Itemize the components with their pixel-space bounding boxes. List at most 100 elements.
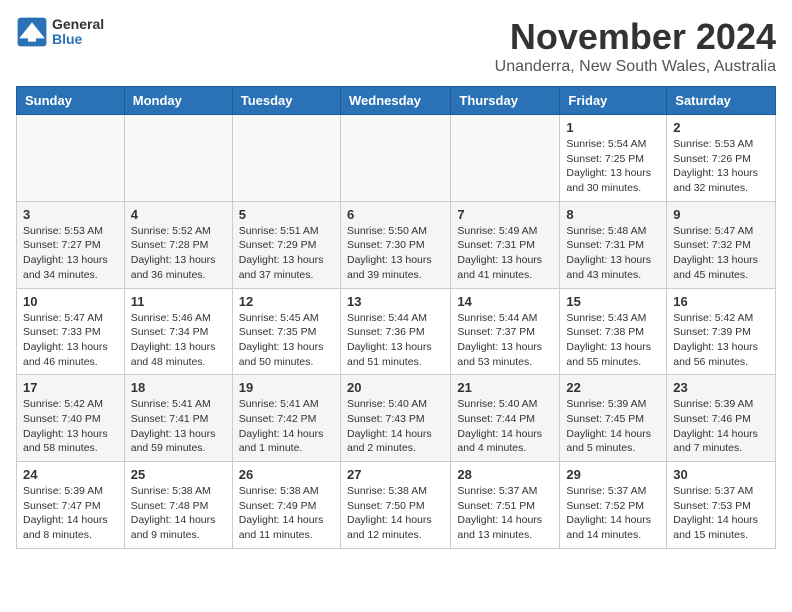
calendar-week-row: 17 Sunrise: 5:42 AM Sunset: 7:40 PM Dayli… (17, 375, 776, 462)
day-info: Sunrise: 5:51 AM Sunset: 7:29 PM Dayligh… (239, 224, 334, 283)
calendar-cell: 8 Sunrise: 5:48 AM Sunset: 7:31 PM Daylig… (560, 201, 667, 288)
calendar-cell: 28Sunrise: 5:37 AM Sunset: 7:51 PM Dayli… (451, 462, 560, 549)
day-number: 4 (131, 207, 226, 222)
header-thursday: Thursday (451, 87, 560, 115)
calendar-week-row: 10 Sunrise: 5:47 AM Sunset: 7:33 PM Dayli… (17, 288, 776, 375)
title-block: November 2024 Unanderra, New South Wales… (495, 16, 776, 76)
day-info: Sunrise: 5:44 AM Sunset: 7:37 PM Dayligh… (457, 311, 553, 370)
day-info: Sunrise: 5:40 AM Sunset: 7:43 PM Dayligh… (347, 397, 444, 456)
calendar-cell: 20 Sunrise: 5:40 AM Sunset: 7:43 PM Dayli… (340, 375, 450, 462)
header-monday: Monday (124, 87, 232, 115)
day-number: 11 (131, 294, 226, 309)
day-info: Sunrise: 5:43 AM Sunset: 7:38 PM Dayligh… (566, 311, 660, 370)
calendar-cell: 6Sunrise: 5:50 AM Sunset: 7:30 PM Daylig… (340, 201, 450, 288)
day-info: Sunrise: 5:45 AM Sunset: 7:35 PM Dayligh… (239, 311, 334, 370)
calendar-cell: 22 Sunrise: 5:39 AM Sunset: 7:45 PM Dayli… (560, 375, 667, 462)
day-number: 1 (566, 120, 660, 135)
header-wednesday: Wednesday (340, 87, 450, 115)
calendar-week-row: 1 Sunrise: 5:54 AM Sunset: 7:25 PM Daylig… (17, 115, 776, 202)
calendar-cell: 3Sunrise: 5:53 AM Sunset: 7:27 PM Daylig… (17, 201, 125, 288)
day-number: 3 (23, 207, 118, 222)
day-number: 20 (347, 380, 444, 395)
calendar-cell: 14 Sunrise: 5:44 AM Sunset: 7:37 PM Dayli… (451, 288, 560, 375)
day-info: Sunrise: 5:38 AM Sunset: 7:49 PM Dayligh… (239, 484, 334, 543)
day-number: 26 (239, 467, 334, 482)
day-number: 24 (23, 467, 118, 482)
logo-general-text: General (52, 17, 104, 32)
day-info: Sunrise: 5:38 AM Sunset: 7:48 PM Dayligh… (131, 484, 226, 543)
day-info: Sunrise: 5:53 AM Sunset: 7:26 PM Dayligh… (673, 137, 769, 196)
calendar-cell: 13 Sunrise: 5:44 AM Sunset: 7:36 PM Dayli… (340, 288, 450, 375)
day-number: 27 (347, 467, 444, 482)
calendar-cell (340, 115, 450, 202)
day-info: Sunrise: 5:44 AM Sunset: 7:36 PM Dayligh… (347, 311, 444, 370)
calendar-cell: 7 Sunrise: 5:49 AM Sunset: 7:31 PM Daylig… (451, 201, 560, 288)
header-friday: Friday (560, 87, 667, 115)
day-number: 5 (239, 207, 334, 222)
day-number: 18 (131, 380, 226, 395)
calendar-table: SundayMondayTuesdayWednesdayThursdayFrid… (16, 86, 776, 549)
day-info: Sunrise: 5:49 AM Sunset: 7:31 PM Dayligh… (457, 224, 553, 283)
calendar-header-row: SundayMondayTuesdayWednesdayThursdayFrid… (17, 87, 776, 115)
day-number: 19 (239, 380, 334, 395)
day-number: 30 (673, 467, 769, 482)
calendar-cell: 10 Sunrise: 5:47 AM Sunset: 7:33 PM Dayli… (17, 288, 125, 375)
month-title: November 2024 (495, 16, 776, 58)
day-number: 16 (673, 294, 769, 309)
calendar-cell (232, 115, 340, 202)
calendar-cell (17, 115, 125, 202)
day-number: 17 (23, 380, 118, 395)
day-number: 10 (23, 294, 118, 309)
day-number: 25 (131, 467, 226, 482)
calendar-week-row: 3Sunrise: 5:53 AM Sunset: 7:27 PM Daylig… (17, 201, 776, 288)
calendar-cell: 30 Sunrise: 5:37 AM Sunset: 7:53 PM Dayli… (667, 462, 776, 549)
calendar-cell: 5 Sunrise: 5:51 AM Sunset: 7:29 PM Daylig… (232, 201, 340, 288)
calendar-cell (451, 115, 560, 202)
calendar-cell: 9Sunrise: 5:47 AM Sunset: 7:32 PM Daylig… (667, 201, 776, 288)
day-info: Sunrise: 5:42 AM Sunset: 7:39 PM Dayligh… (673, 311, 769, 370)
day-number: 12 (239, 294, 334, 309)
calendar-cell: 12 Sunrise: 5:45 AM Sunset: 7:35 PM Dayli… (232, 288, 340, 375)
day-info: Sunrise: 5:46 AM Sunset: 7:34 PM Dayligh… (131, 311, 226, 370)
header-tuesday: Tuesday (232, 87, 340, 115)
day-number: 15 (566, 294, 660, 309)
day-info: Sunrise: 5:41 AM Sunset: 7:42 PM Dayligh… (239, 397, 334, 456)
calendar-cell: 27 Sunrise: 5:38 AM Sunset: 7:50 PM Dayli… (340, 462, 450, 549)
day-info: Sunrise: 5:54 AM Sunset: 7:25 PM Dayligh… (566, 137, 660, 196)
day-info: Sunrise: 5:42 AM Sunset: 7:40 PM Dayligh… (23, 397, 118, 456)
calendar-cell: 29Sunrise: 5:37 AM Sunset: 7:52 PM Dayli… (560, 462, 667, 549)
day-number: 14 (457, 294, 553, 309)
day-number: 28 (457, 467, 553, 482)
day-number: 2 (673, 120, 769, 135)
day-number: 13 (347, 294, 444, 309)
day-info: Sunrise: 5:52 AM Sunset: 7:28 PM Dayligh… (131, 224, 226, 283)
day-number: 21 (457, 380, 553, 395)
calendar-cell: 26 Sunrise: 5:38 AM Sunset: 7:49 PM Dayli… (232, 462, 340, 549)
logo-icon (16, 16, 48, 48)
day-info: Sunrise: 5:41 AM Sunset: 7:41 PM Dayligh… (131, 397, 226, 456)
day-info: Sunrise: 5:48 AM Sunset: 7:31 PM Dayligh… (566, 224, 660, 283)
calendar-cell (124, 115, 232, 202)
day-number: 8 (566, 207, 660, 222)
header-saturday: Saturday (667, 87, 776, 115)
day-info: Sunrise: 5:47 AM Sunset: 7:33 PM Dayligh… (23, 311, 118, 370)
day-info: Sunrise: 5:38 AM Sunset: 7:50 PM Dayligh… (347, 484, 444, 543)
calendar-cell: 23Sunrise: 5:39 AM Sunset: 7:46 PM Dayli… (667, 375, 776, 462)
logo: General Blue (16, 16, 104, 48)
calendar-cell: 2 Sunrise: 5:53 AM Sunset: 7:26 PM Daylig… (667, 115, 776, 202)
calendar-cell: 24Sunrise: 5:39 AM Sunset: 7:47 PM Dayli… (17, 462, 125, 549)
calendar-cell: 17 Sunrise: 5:42 AM Sunset: 7:40 PM Dayli… (17, 375, 125, 462)
day-number: 23 (673, 380, 769, 395)
day-info: Sunrise: 5:37 AM Sunset: 7:53 PM Dayligh… (673, 484, 769, 543)
day-number: 7 (457, 207, 553, 222)
day-number: 22 (566, 380, 660, 395)
day-info: Sunrise: 5:39 AM Sunset: 7:45 PM Dayligh… (566, 397, 660, 456)
calendar-cell: 16 Sunrise: 5:42 AM Sunset: 7:39 PM Dayli… (667, 288, 776, 375)
calendar-cell: 25 Sunrise: 5:38 AM Sunset: 7:48 PM Dayli… (124, 462, 232, 549)
day-number: 29 (566, 467, 660, 482)
location-title: Unanderra, New South Wales, Australia (495, 58, 776, 76)
logo-blue-text: Blue (52, 32, 104, 47)
calendar-week-row: 24Sunrise: 5:39 AM Sunset: 7:47 PM Dayli… (17, 462, 776, 549)
calendar-cell: 15 Sunrise: 5:43 AM Sunset: 7:38 PM Dayli… (560, 288, 667, 375)
day-info: Sunrise: 5:50 AM Sunset: 7:30 PM Dayligh… (347, 224, 444, 283)
